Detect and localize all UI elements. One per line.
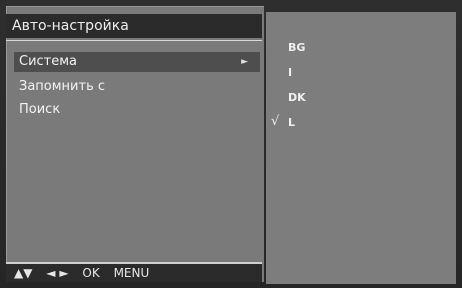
submenu-arrow-icon: ► [241, 57, 248, 67]
option-i[interactable]: I [288, 66, 292, 79]
main-menu-panel [6, 6, 264, 282]
up-down-arrows-icon: ▲▼ [14, 266, 33, 280]
menu-title: Авто-настройка [6, 14, 262, 38]
title-divider [6, 40, 262, 41]
ok-hint: OK [82, 266, 100, 280]
menu-item-system-label: Система [19, 54, 78, 69]
footer-hint-bar: ▲▼ ◄ ► OK MENU [6, 264, 262, 282]
menu-item-system[interactable]: Система ► [14, 52, 260, 72]
menu-item-store[interactable]: Запомнить с [14, 77, 260, 97]
menu-item-search[interactable]: Поиск [14, 100, 260, 120]
menu-hint: MENU [113, 266, 150, 280]
option-bg[interactable]: BG [288, 41, 305, 54]
left-right-arrows-icon: ◄ ► [46, 266, 69, 280]
option-l[interactable]: L [288, 116, 295, 129]
checkmark-icon: √ [271, 114, 280, 129]
menu-item-search-label: Поиск [19, 102, 61, 117]
tv-osd-screen: Авто-настройка Система ► Запомнить с Пои… [0, 0, 462, 288]
menu-item-store-label: Запомнить с [19, 79, 106, 94]
option-dk[interactable]: DK [288, 91, 306, 104]
